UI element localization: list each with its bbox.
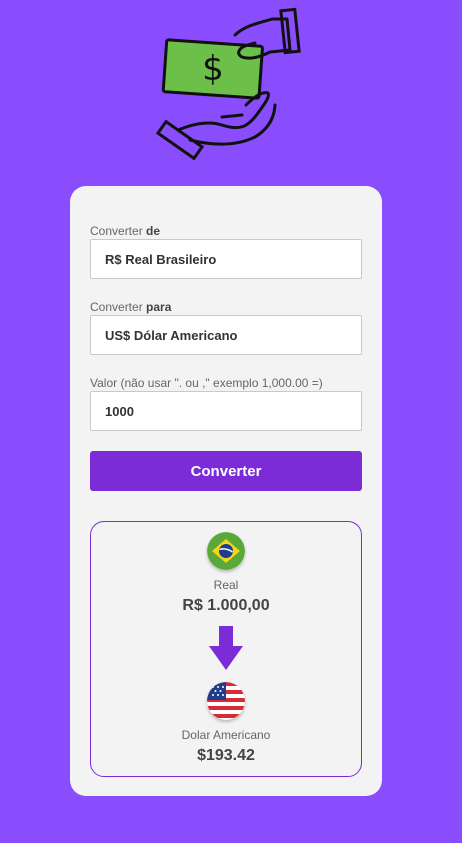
convert-button[interactable]: Converter: [90, 451, 362, 491]
brazil-flag-icon: [207, 532, 245, 570]
from-currency-name: Real: [213, 578, 239, 592]
converter-card: Converter de R$ Real Brasileiro Converte…: [70, 186, 382, 796]
result-panel: Real R$ 1.000,00 Dolar Americano $193.42: [90, 521, 362, 777]
amount-label: Valor (não usar ". ou ," exemplo 1,000.0…: [90, 376, 323, 390]
from-currency-select[interactable]: R$ Real Brasileiro: [90, 239, 362, 279]
arrow-down-icon: [209, 626, 243, 670]
usa-flag-icon: [207, 682, 245, 720]
to-currency-label: Converter para: [90, 300, 172, 314]
amount-input[interactable]: 1000: [90, 391, 362, 431]
from-currency-label: Converter de: [90, 224, 161, 238]
hand-giving-money-icon: $: [155, 7, 301, 161]
to-currency-value: $193.42: [197, 747, 255, 764]
to-currency-name: Dolar Americano: [181, 728, 271, 742]
to-currency-select[interactable]: US$ Dólar Americano: [90, 315, 362, 355]
svg-text:$: $: [202, 49, 224, 89]
from-currency-value: R$ 1.000,00: [182, 597, 270, 614]
